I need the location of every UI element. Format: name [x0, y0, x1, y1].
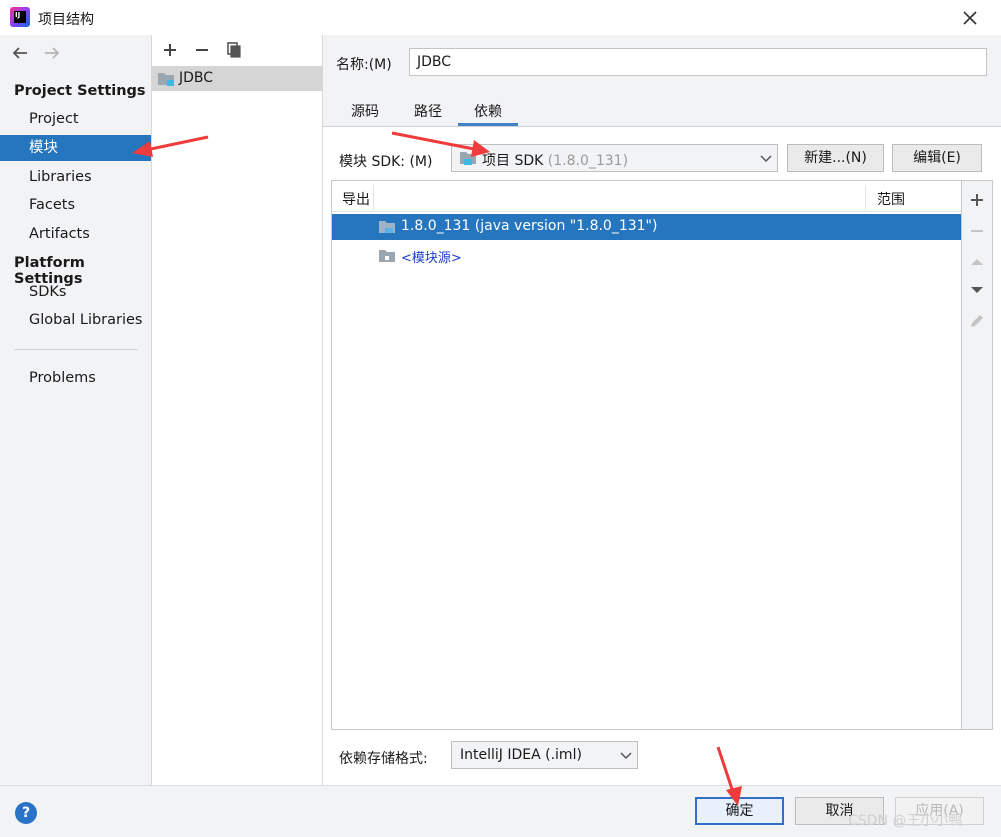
nav-item-global-libraries[interactable]: Global Libraries: [0, 307, 151, 333]
storage-format-label: 依赖存储格式:: [339, 751, 428, 767]
intellij-logo-icon: IJ: [10, 7, 30, 27]
back-arrow-icon[interactable]: [10, 43, 30, 63]
chevron-down-icon: [620, 752, 632, 760]
module-sdk-label: 模块 SDK: (M): [339, 154, 433, 170]
dependencies-content: 模块 SDK: (M) 项目 SDK (1.8.0_131) 新建...(N) …: [323, 127, 1001, 785]
add-icon[interactable]: [161, 41, 179, 59]
module-label: JDBC: [179, 70, 214, 86]
tab-dependencies[interactable]: 依赖: [458, 101, 518, 126]
sdk-folder-icon: [460, 152, 476, 165]
remove-icon[interactable]: [193, 41, 211, 59]
chevron-down-icon: [760, 155, 772, 163]
table-row[interactable]: 1.8.0_131 (java version "1.8.0_131"): [332, 214, 961, 240]
dependency-tools: [962, 180, 993, 730]
module-tabs: 源码 路径 依赖: [323, 93, 1001, 127]
module-name-input[interactable]: JDBC: [409, 48, 987, 76]
jdk-folder-icon: [379, 221, 395, 233]
module-folder-icon: [158, 73, 174, 86]
sdk-value: 项目 SDK (1.8.0_131): [482, 153, 629, 169]
column-export[interactable]: 导出: [342, 189, 370, 209]
edit-pencil-icon[interactable]: [968, 312, 986, 330]
nav-item-sdks[interactable]: SDKs: [0, 279, 151, 305]
copy-icon[interactable]: [225, 41, 243, 59]
forward-arrow-icon[interactable]: [42, 43, 62, 63]
tab-paths[interactable]: 路径: [414, 101, 442, 126]
title-bar: IJ 项目结构: [0, 0, 1001, 35]
window-title: 项目结构: [38, 12, 94, 28]
table-header: 导出 范围: [332, 181, 961, 212]
module-item-jdbc[interactable]: JDBC: [152, 66, 322, 91]
remove-dependency-icon[interactable]: [968, 222, 986, 240]
project-settings-header: Project Settings: [14, 83, 146, 99]
nav-item-problems[interactable]: Problems: [0, 365, 151, 391]
table-row[interactable]: <模块源>: [332, 243, 961, 269]
column-divider: [373, 185, 374, 210]
edit-sdk-button[interactable]: 编辑(E): [892, 144, 982, 172]
close-icon[interactable]: [958, 6, 982, 30]
column-scope[interactable]: 范围: [877, 189, 905, 209]
dependency-label: 1.8.0_131 (java version "1.8.0_131"): [401, 218, 658, 234]
dependencies-table: 导出 范围 1.8.0_131 (java version "1.8.0_131…: [331, 180, 962, 730]
nav-item-libraries[interactable]: Libraries: [0, 164, 151, 190]
watermark: CSDN @王小小鸭: [848, 813, 963, 829]
modules-panel: JDBC: [151, 35, 323, 785]
dialog-footer: ? 确定 取消 应用(A) CSDN @王小小鸭: [0, 785, 1001, 837]
ok-button[interactable]: 确定: [695, 797, 784, 825]
module-sdk-dropdown[interactable]: 项目 SDK (1.8.0_131): [451, 144, 778, 172]
new-sdk-button[interactable]: 新建...(N): [787, 144, 884, 172]
name-label: 名称:(M): [336, 57, 392, 73]
nav-item-project[interactable]: Project: [0, 106, 151, 132]
tab-sources[interactable]: 源码: [351, 101, 379, 126]
modules-toolbar: [152, 35, 322, 65]
source-folder-icon: [379, 250, 395, 262]
nav-item-artifacts[interactable]: Artifacts: [0, 221, 151, 247]
move-up-icon[interactable]: [968, 253, 986, 271]
nav-item-facets[interactable]: Facets: [0, 192, 151, 218]
move-down-icon[interactable]: [968, 281, 986, 299]
nav-divider: [14, 349, 138, 350]
column-divider: [865, 185, 866, 210]
module-detail-panel: 名称:(M) JDBC 源码 路径 依赖 模块 SDK: (M) 项目 SDK …: [323, 35, 1001, 785]
dependency-label: <模块源>: [401, 251, 462, 266]
add-dependency-icon[interactable]: [968, 191, 986, 209]
storage-format-dropdown[interactable]: IntelliJ IDEA (.iml): [451, 741, 638, 769]
storage-format-value: IntelliJ IDEA (.iml): [460, 747, 582, 763]
settings-nav: Project Settings Project 模块 Libraries Fa…: [0, 35, 151, 785]
nav-item-modules[interactable]: 模块: [0, 135, 151, 161]
help-icon[interactable]: ?: [15, 802, 37, 824]
